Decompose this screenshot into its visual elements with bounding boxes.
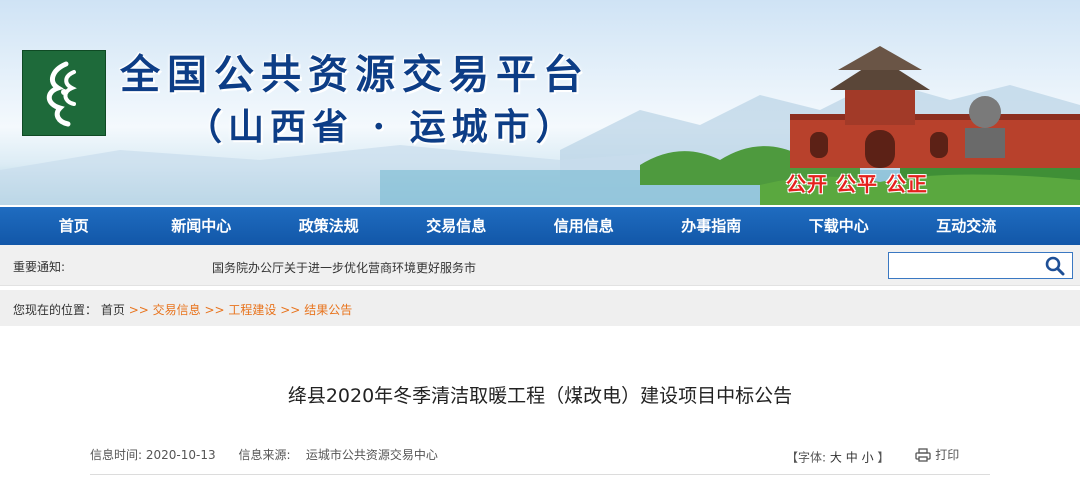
logo-emblem-icon — [46, 61, 77, 127]
search-box — [888, 252, 1073, 279]
notice-link[interactable]: 国务院办公厅关于进一步优化营商环境更好服务市 — [212, 259, 476, 276]
article-meta: 信息时间: 2020-10-13 信息来源: 运城市公共资源交易中心 — [90, 446, 438, 463]
nav-item-policy[interactable]: 政策法规 — [265, 207, 393, 245]
search-input[interactable] — [889, 253, 1037, 278]
search-button[interactable] — [1038, 253, 1072, 278]
header-banner: 全国公共资源交易平台 （山西省 · 运城市） 公开 公平 公正 — [0, 0, 1080, 205]
site-logo[interactable] — [22, 50, 106, 136]
main-nav: 首页 新闻中心 政策法规 交易信息 信用信息 办事指南 下载中心 互动交流 — [0, 207, 1080, 245]
font-size-close: 】 — [877, 450, 890, 465]
nav-item-news[interactable]: 新闻中心 — [138, 207, 266, 245]
breadcrumb: 您现在的位置： 首页 >> 交易信息 >> 工程建设 >> 结果公告 — [13, 301, 352, 318]
article-tools: 【字体: 大 中 小 】 打印 — [786, 446, 959, 466]
font-medium-button[interactable]: 中 — [846, 451, 858, 465]
font-size-label: 【字体: — [786, 450, 827, 465]
date-value: 2020-10-13 — [145, 448, 216, 462]
breadcrumb-separator: >> — [204, 303, 225, 317]
article-title: 绛县2020年冬季清洁取暖工程（煤改电）建设项目中标公告 — [287, 385, 793, 407]
breadcrumb-separator: >> — [280, 303, 301, 317]
breadcrumb-trading[interactable]: 交易信息 — [153, 303, 201, 317]
notice-label: 重要通知: — [13, 260, 66, 274]
font-small-button[interactable]: 小 — [862, 451, 874, 465]
notice-bar: 重要通知: 国务院办公厅关于进一步优化营商环境更好服务市 — [0, 245, 1080, 286]
nav-item-trading[interactable]: 交易信息 — [393, 207, 521, 245]
slogan: 公开 公平 公正 — [786, 172, 928, 196]
nav-item-download[interactable]: 下载中心 — [775, 207, 903, 245]
site-subtitle: （山西省 · 运城市） — [186, 106, 578, 148]
nav-item-home[interactable]: 首页 — [10, 207, 138, 245]
breadcrumb-separator: >> — [128, 303, 149, 317]
search-icon — [1045, 256, 1065, 275]
meta-divider — [90, 474, 990, 475]
font-large-button[interactable]: 大 — [830, 451, 842, 465]
print-button[interactable]: 打印 — [915, 446, 959, 463]
printer-icon — [915, 447, 931, 462]
breadcrumb-bar: 您现在的位置： 首页 >> 交易信息 >> 工程建设 >> 结果公告 — [0, 290, 1080, 326]
site-title: 全国公共资源交易平台 — [120, 51, 590, 98]
nav-item-guide[interactable]: 办事指南 — [648, 207, 776, 245]
breadcrumb-engineering[interactable]: 工程建设 — [228, 303, 276, 317]
date-label: 信息时间: — [90, 448, 143, 462]
source-label: 信息来源: — [238, 448, 291, 462]
print-label: 打印 — [935, 448, 960, 462]
nav-item-interaction[interactable]: 互动交流 — [903, 207, 1031, 245]
source-value: 运城市公共资源交易中心 — [305, 448, 438, 462]
breadcrumb-prefix: 您现在的位置： — [13, 303, 98, 317]
breadcrumb-home[interactable]: 首页 — [101, 303, 125, 317]
nav-item-credit[interactable]: 信用信息 — [520, 207, 648, 245]
breadcrumb-result[interactable]: 结果公告 — [304, 303, 352, 317]
